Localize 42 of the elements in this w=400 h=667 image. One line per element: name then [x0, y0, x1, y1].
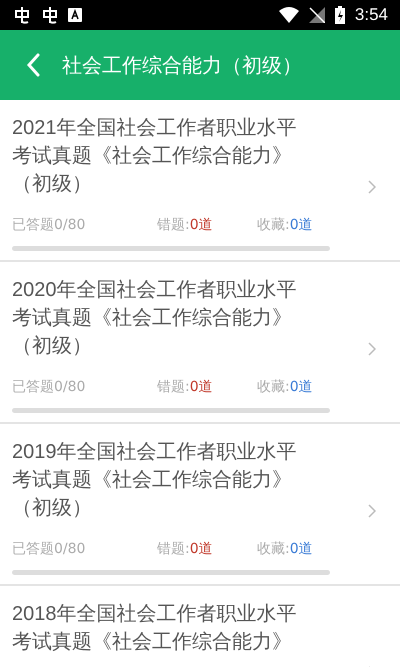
wrong-label: 错题:	[157, 378, 190, 397]
notification-icon	[40, 5, 60, 25]
paper-title-line: 考试真题《社会工作综合能力》	[12, 630, 293, 655]
favorite-count: 0道	[290, 540, 313, 559]
favorite-count: 0道	[290, 378, 313, 397]
paper-title-line: 2021年全国社会工作者职业水平	[12, 116, 298, 141]
paper-title-line: （初级）	[12, 172, 93, 197]
paper-title-line: （初级）	[12, 496, 93, 521]
chevron-right-icon	[368, 180, 376, 194]
answered-count: 已答题0/80	[12, 540, 86, 559]
paper-title-line: 2020年全国社会工作者职业水平	[12, 278, 298, 303]
paper-title-line: 考试真题《社会工作综合能力》	[12, 468, 293, 493]
favorite-label: 收藏:	[257, 378, 290, 397]
favorite-count: 0道	[290, 216, 313, 235]
wrong-count: 0道	[190, 378, 213, 397]
no-signal-icon	[308, 7, 325, 23]
clock-time: 3:54	[354, 5, 388, 25]
wrong-count: 0道	[190, 540, 213, 559]
notification-icon	[12, 5, 32, 25]
battery-charging-icon	[334, 6, 345, 24]
paper-list-item[interactable]: 2019年全国社会工作者职业水平 考试真题《社会工作综合能力》 （初级） 已答题0/80 错题:0道 收藏:0道	[0, 424, 400, 586]
favorite-label: 收藏:	[257, 540, 290, 559]
answered-count: 已答题0/80	[12, 216, 86, 235]
paper-list-item[interactable]: 2018年全国社会工作者职业水平 考试真题《社会工作综合能力》	[0, 586, 400, 667]
paper-title-line: 考试真题《社会工作综合能力》	[12, 306, 293, 331]
paper-title-line: 2019年全国社会工作者职业水平	[12, 440, 298, 465]
paper-title-line: 考试真题《社会工作综合能力》	[12, 144, 293, 169]
app-icon	[68, 8, 82, 22]
paper-title-line: （初级）	[12, 334, 93, 359]
wifi-icon	[278, 7, 299, 23]
paper-list-item[interactable]: 2020年全国社会工作者职业水平 考试真题《社会工作综合能力》 （初级） 已答题0/80 错题:0道 收藏:0道	[0, 262, 400, 424]
wrong-count: 0道	[190, 216, 213, 235]
back-icon	[26, 53, 40, 77]
page-title: 社会工作综合能力（初级）	[62, 52, 302, 78]
answered-count: 已答题0/80	[12, 378, 86, 397]
wrong-label: 错题:	[157, 216, 190, 235]
paper-list-item[interactable]: 2021年全国社会工作者职业水平 考试真题《社会工作综合能力》 （初级） 已答题0/80 错题:0道 收藏:0道	[0, 100, 400, 262]
chevron-right-icon	[368, 342, 376, 356]
wrong-label: 错题:	[157, 540, 190, 559]
paper-title-line: 2018年全国社会工作者职业水平	[12, 602, 298, 627]
chevron-right-icon	[368, 504, 376, 518]
favorite-label: 收藏:	[257, 216, 290, 235]
